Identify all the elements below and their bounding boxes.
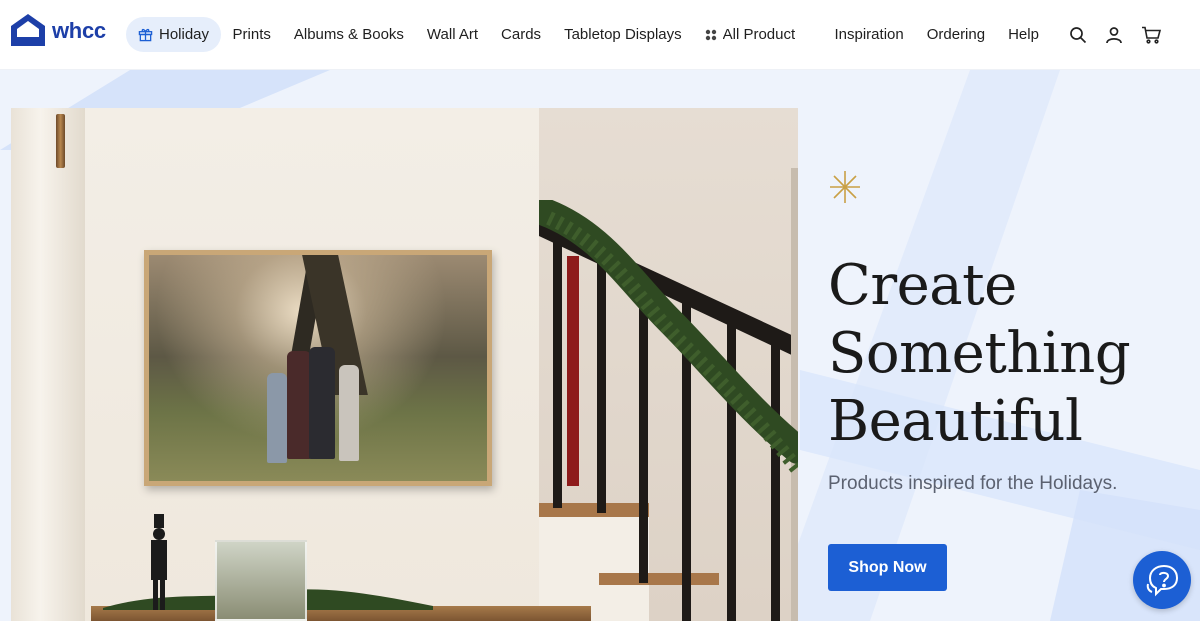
search-icon[interactable] — [1069, 26, 1087, 44]
headline-line: Create — [828, 253, 1017, 318]
nav-item-ordering[interactable]: Ordering — [915, 17, 996, 52]
nav-label: Cards — [501, 26, 542, 43]
pine-garland — [539, 200, 798, 475]
nav-label: Albums & Books — [293, 26, 404, 43]
grid-dots-icon — [705, 29, 717, 41]
nav-label: Tabletop Displays — [564, 26, 682, 43]
gift-icon — [138, 27, 153, 42]
nav-item-wall-art[interactable]: Wall Art — [415, 17, 489, 52]
header-actions — [1069, 17, 1161, 52]
shop-now-button[interactable]: Shop Now — [828, 544, 947, 591]
nav-item-help[interactable]: Help — [997, 17, 1051, 52]
hero-headline: Create Something Beautiful — [828, 252, 1168, 456]
nav-label: Holiday — [159, 26, 210, 43]
nav-label: All Products — [722, 26, 795, 43]
site-header: whcc Holiday Prints Albums & Books Wall … — [0, 0, 1200, 70]
nav-label: Prints — [232, 26, 271, 43]
house-logo-icon — [11, 14, 45, 46]
nav-label: Wall Art — [426, 26, 479, 43]
nav-item-inspiration[interactable]: Inspiration — [823, 17, 915, 52]
headline-line: Beautiful — [828, 389, 1083, 454]
nav-item-tabletop-displays[interactable]: Tabletop Displays — [553, 17, 694, 52]
nav-item-all-products[interactable]: All Products — [693, 17, 795, 52]
framed-canvas-print — [144, 250, 492, 486]
hero-photo — [11, 108, 798, 621]
help-chat-button[interactable] — [1133, 551, 1191, 609]
nav-item-cards[interactable]: Cards — [490, 17, 553, 52]
nav-label: Ordering — [926, 26, 986, 43]
nav-item-holiday[interactable]: Holiday — [126, 17, 222, 52]
nav-item-albums-books[interactable]: Albums & Books — [282, 17, 415, 52]
tabletop-photo-block — [215, 540, 307, 621]
nav-label: Help — [1008, 26, 1039, 43]
whcc-logo[interactable]: whcc — [10, 13, 106, 47]
help-chat-icon — [1146, 564, 1179, 597]
cart-icon[interactable] — [1141, 26, 1161, 44]
nutcracker-figurine — [151, 514, 167, 610]
brand-name: whcc — [52, 17, 106, 43]
sparkle-icon — [830, 171, 860, 203]
nav-item-prints[interactable]: Prints — [221, 17, 282, 52]
headline-line: Something — [828, 321, 1131, 386]
account-icon[interactable] — [1105, 26, 1123, 44]
hero-subtitle: Products inspired for the Holidays. — [828, 473, 1118, 494]
nav-label: Inspiration — [834, 26, 904, 43]
primary-nav: Holiday Prints Albums & Books Wall Art C… — [126, 17, 795, 52]
secondary-nav: Inspiration Ordering Help — [823, 17, 1050, 52]
